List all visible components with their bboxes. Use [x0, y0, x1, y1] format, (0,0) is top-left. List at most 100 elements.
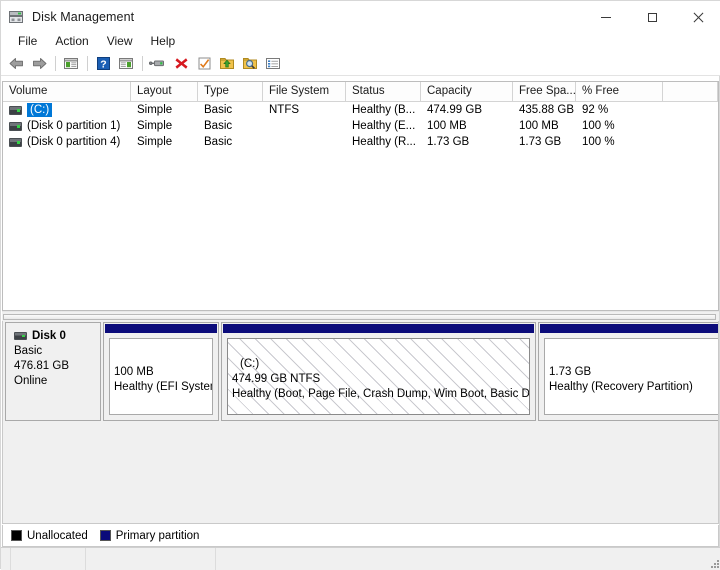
- partition-body[interactable]: (C:) 474.99 GB NTFS Healthy (Boot, Page Fi…: [227, 338, 530, 415]
- volume-label: (C:): [27, 103, 53, 117]
- status-pane: [216, 548, 720, 570]
- partition-size: 1.73 GB: [549, 366, 592, 378]
- disk-title: Disk 0: [14, 330, 100, 342]
- cell-status: Healthy (E...: [352, 120, 416, 132]
- column-header-type[interactable]: Type: [198, 82, 263, 101]
- toolbar-separator: [55, 56, 56, 71]
- cell-type: Basic: [204, 120, 233, 132]
- partition-body[interactable]: 1.73 GB Healthy (Recovery Partition): [544, 338, 718, 415]
- cell-free-space: 1.73 GB: [519, 136, 562, 148]
- toolbar-divider: [1, 75, 720, 76]
- partition-volume-label: (C:): [240, 358, 260, 370]
- cell-capacity: 1.73 GB: [427, 136, 470, 148]
- cell-file-system: NTFS: [269, 104, 300, 116]
- properties-list-icon[interactable]: [262, 54, 284, 74]
- close-button[interactable]: [675, 1, 720, 33]
- cell-volume[interactable]: (C:): [3, 103, 131, 117]
- partition-status: Healthy (Boot, Page File, Crash Dump, Wi…: [232, 388, 530, 400]
- column-header-layout[interactable]: Layout: [131, 82, 198, 101]
- svg-text:?: ?: [100, 58, 106, 70]
- column-header-status[interactable]: Status: [346, 82, 421, 101]
- volume-label: (Disk 0 partition 1): [27, 120, 121, 132]
- table-row[interactable]: (Disk 0 partition 4) Simple Basic Healthy (…: [3, 134, 718, 150]
- minimize-button[interactable]: [583, 1, 629, 33]
- column-header-volume[interactable]: Volume: [3, 82, 131, 101]
- cell-type: Basic: [204, 136, 233, 148]
- volume-disk-icon: [9, 105, 22, 115]
- maximize-button[interactable]: [629, 1, 675, 33]
- disk-info-panel[interactable]: Disk 0 Basic 476.81 GB Online: [5, 322, 101, 421]
- search-folder-icon[interactable]: [239, 54, 261, 74]
- column-header-blank[interactable]: [663, 82, 718, 101]
- menu-item-view[interactable]: View: [98, 32, 142, 51]
- back-icon[interactable]: [5, 54, 27, 74]
- cell-type: Basic: [204, 104, 233, 116]
- window-title: Disk Management: [32, 10, 135, 24]
- cell-layout: Simple: [137, 136, 173, 148]
- volume-list: Volume Layout Type File System Status Capacit…: [2, 81, 719, 311]
- disk-drive-icon: [14, 332, 27, 340]
- show-hide-console-tree-icon[interactable]: [60, 54, 82, 74]
- window-controls: [583, 1, 720, 33]
- status-pane: [11, 548, 86, 570]
- partition-strip: 100 MB Healthy (EFI System (C:) 474.99 GB N…: [103, 322, 718, 421]
- disk-management-window: Disk Management File Action View Help ? …: [0, 0, 720, 570]
- disk-type: Basic: [14, 345, 43, 357]
- table-row[interactable]: (Disk 0 partition 1) Simple Basic Healthy (…: [3, 118, 718, 134]
- resize-grip[interactable]: [709, 558, 719, 568]
- toolbar-separator: [142, 56, 143, 71]
- partition-block[interactable]: 100 MB Healthy (EFI System: [103, 322, 219, 421]
- menu-item-action[interactable]: Action: [46, 32, 97, 51]
- legend-swatch: [99, 530, 111, 541]
- show-hide-action-pane-icon[interactable]: [115, 54, 137, 74]
- table-row[interactable]: (C:) Simple Basic NTFS Healthy (B... 474.99 G…: [3, 102, 718, 118]
- legend-label: Unallocated: [27, 529, 88, 542]
- column-header-free[interactable]: % Free: [576, 82, 663, 101]
- export-list-icon[interactable]: [216, 54, 238, 74]
- cell-free-space: 435.88 GB: [519, 104, 574, 116]
- disk-drive-icon: [8, 9, 24, 25]
- check-properties-icon[interactable]: [193, 54, 215, 74]
- volume-label: (Disk 0 partition 4): [27, 136, 121, 148]
- minimize-icon: [601, 16, 611, 18]
- menu-item-file[interactable]: File: [9, 32, 46, 51]
- cell-percent-free: 100 %: [582, 136, 615, 148]
- cell-percent-free: 92 %: [582, 104, 609, 116]
- volume-disk-icon: [9, 137, 22, 147]
- title-bar: Disk Management: [1, 1, 720, 33]
- rescan-disks-icon[interactable]: [147, 54, 169, 74]
- help-icon[interactable]: ?: [92, 54, 114, 74]
- partition-block[interactable]: (C:) 474.99 GB NTFS Healthy (Boot, Page Fi…: [221, 322, 536, 421]
- graphical-view: Disk 0 Basic 476.81 GB Online 100 MB Heal…: [2, 321, 719, 524]
- cell-status: Healthy (B...: [352, 104, 416, 116]
- status-pane: [1, 548, 11, 570]
- cell-volume[interactable]: (Disk 0 partition 4): [3, 135, 131, 149]
- maximize-icon: [647, 12, 657, 22]
- toolbar: ?: [1, 52, 720, 75]
- splitter-handle[interactable]: [3, 314, 716, 320]
- cell-volume[interactable]: (Disk 0 partition 1): [3, 119, 131, 133]
- partition-status: Healthy (Recovery Partition): [549, 381, 693, 393]
- close-icon: [693, 12, 704, 23]
- status-bar: [1, 547, 720, 570]
- disk-name: Disk 0: [32, 330, 66, 342]
- disk-size: 476.81 GB: [14, 360, 69, 372]
- forward-icon[interactable]: [28, 54, 50, 74]
- partition-type-bar: [223, 324, 534, 333]
- column-header-free-spa[interactable]: Free Spa...: [513, 82, 576, 101]
- partition-block[interactable]: 1.73 GB Healthy (Recovery Partition): [538, 322, 718, 421]
- partition-size: 474.99 GB NTFS: [232, 373, 321, 385]
- menu-bar: File Action View Help: [1, 30, 720, 52]
- column-header-file-system[interactable]: File System: [263, 82, 346, 101]
- volume-list-header: Volume Layout Type File System Status Capacit…: [3, 82, 718, 102]
- legend-item: Unallocated: [11, 530, 88, 542]
- disk-row: Disk 0 Basic 476.81 GB Online 100 MB Heal…: [5, 322, 718, 421]
- partition-body[interactable]: 100 MB Healthy (EFI System: [109, 338, 213, 415]
- menu-item-help[interactable]: Help: [142, 32, 185, 51]
- column-header-capacity[interactable]: Capacity: [421, 82, 513, 101]
- cell-capacity: 474.99 GB: [427, 104, 482, 116]
- legend-swatch: [11, 530, 22, 541]
- legend-label: Primary partition: [115, 529, 200, 542]
- cell-layout: Simple: [137, 104, 173, 116]
- delete-volume-icon[interactable]: [170, 54, 192, 74]
